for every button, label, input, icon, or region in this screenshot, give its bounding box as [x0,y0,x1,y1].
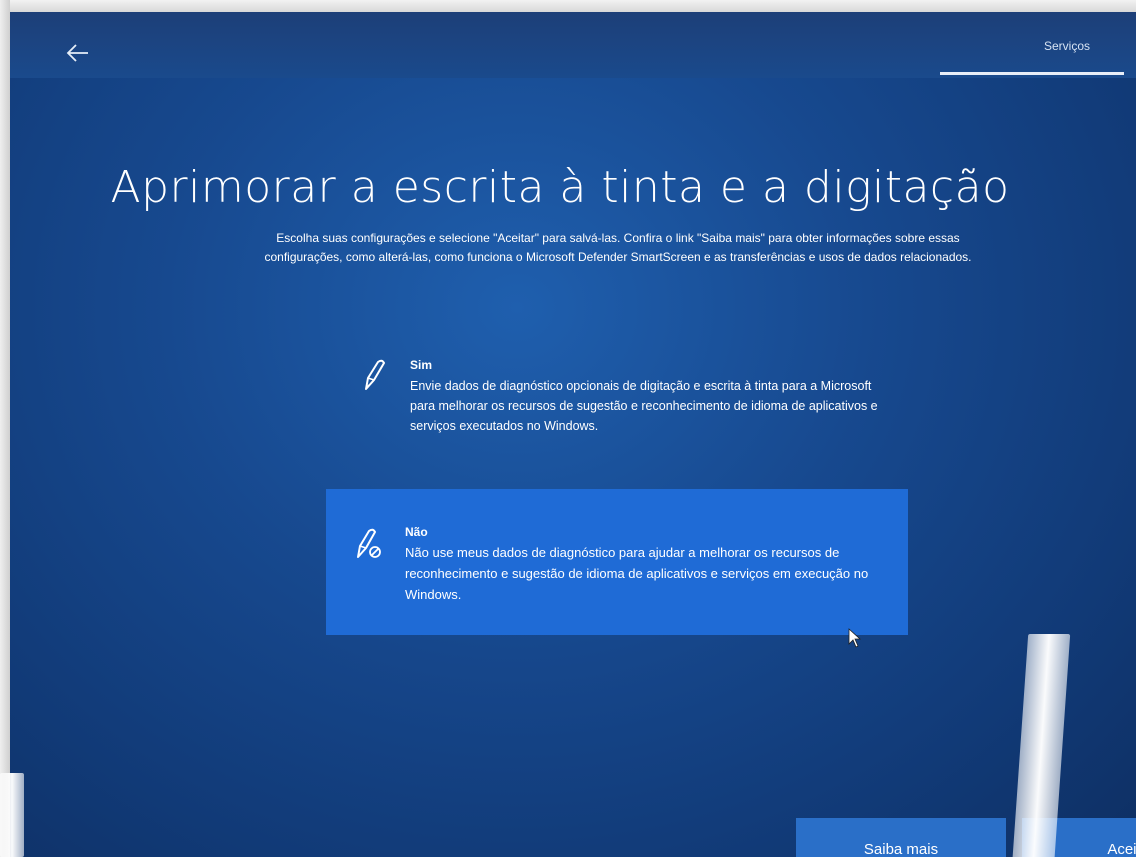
light-reflection-left [0,773,24,857]
monitor-bezel-top [0,0,1136,12]
pen-blocked-icon [354,527,384,561]
accept-button-label: Aceitar [1107,841,1136,857]
oobe-screen: Serviços Aprimorar a escrita à tinta e a… [10,12,1136,857]
option-no-title: Não [405,525,428,539]
monitor-bezel-left [0,0,10,857]
option-yes-description: Envie dados de diagnóstico opcionais de … [410,379,878,433]
top-bar: Serviços [10,12,1136,78]
option-yes[interactable]: Sim Envie dados de diagnóstico opcionais… [340,350,900,480]
photo-frame: Serviços Aprimorar a escrita à tinta e a… [0,0,1136,857]
learn-more-button[interactable]: Saiba mais [796,818,1006,857]
option-yes-title: Sim [410,358,433,372]
nav-step-underline [940,72,1124,75]
option-no-description: Não use meus dados de diagnóstico para a… [405,545,869,602]
pen-icon [358,358,388,392]
option-no[interactable]: Não Não use meus dados de diagnóstico pa… [326,489,908,635]
arrow-left-icon [66,44,88,62]
back-button[interactable] [66,42,90,64]
mouse-cursor-icon [848,628,862,648]
nav-step-label: Serviços [1043,39,1090,53]
page-title: Aprimorar a escrita à tinta e a digitaçã… [110,162,1010,213]
subtitle-line-2: configurações, como alterá-las, como fun… [264,250,972,264]
page-subtitle: Escolha suas configurações e selecione "… [118,229,1118,267]
subtitle-line-1: Escolha suas configurações e selecione "… [276,231,960,245]
